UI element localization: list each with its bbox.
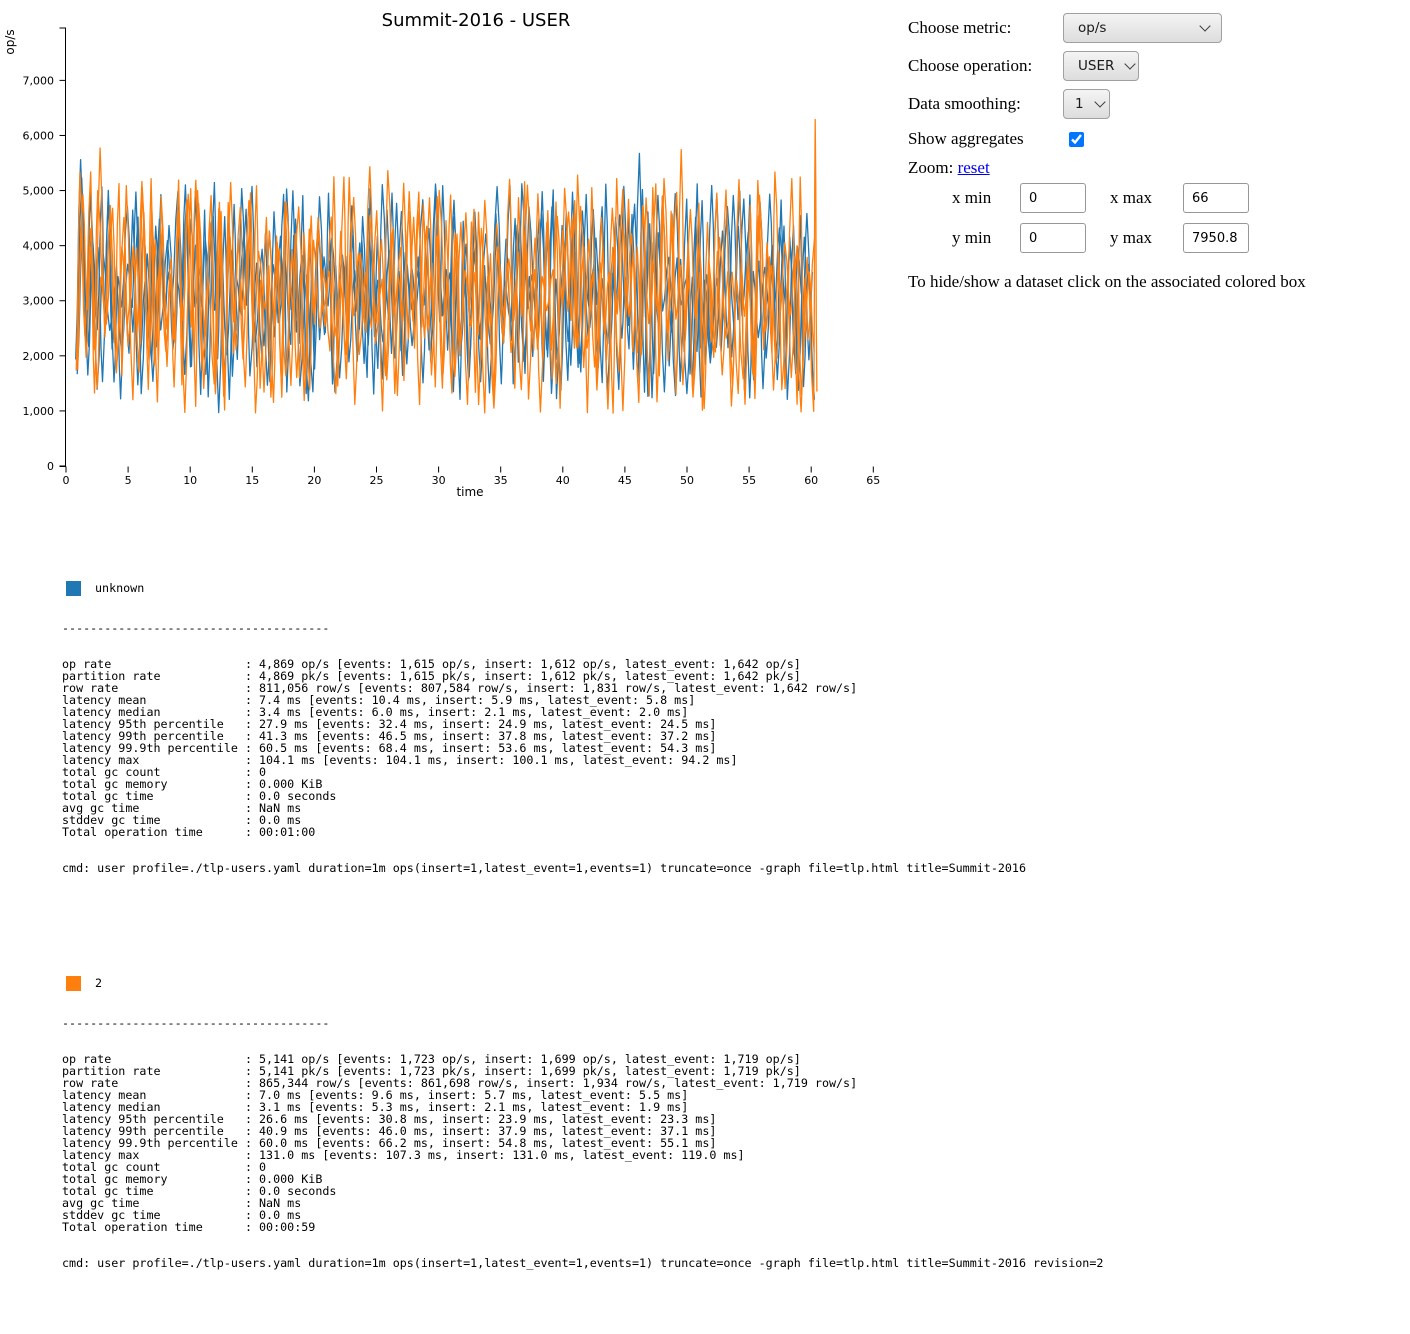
dataset-block-2: 2 --------------------------------------…	[62, 951, 1103, 1293]
y-max-label: y max	[1110, 228, 1160, 248]
metric-row: Choose metric: op/s	[908, 12, 1222, 43]
svg-text:0: 0	[47, 460, 54, 473]
dataset-stats: op rate : 5,141 op/s [events: 1,723 op/s…	[62, 1053, 1103, 1233]
metric-selected-value: op/s	[1078, 20, 1106, 36]
svg-text:35: 35	[494, 474, 508, 487]
y-min-label: y min	[952, 228, 996, 248]
svg-text:55: 55	[742, 474, 756, 487]
y-axis-label: op/s	[3, 29, 17, 54]
x-max-input[interactable]	[1183, 183, 1249, 213]
svg-text:45: 45	[618, 474, 632, 487]
zoom-label: Zoom:	[908, 158, 953, 178]
operation-selected-value: USER	[1078, 58, 1114, 74]
y-axis: 0 1,000 2,000 3,000 4,000 5,000 6,000 7,000	[23, 28, 66, 473]
svg-text:4,000: 4,000	[23, 240, 55, 253]
svg-text:3,000: 3,000	[23, 295, 55, 308]
dataset-blocks: unknown --------------------------------…	[62, 520, 1103, 1334]
operation-label: Choose operation:	[908, 56, 1063, 76]
metric-label: Choose metric:	[908, 18, 1063, 38]
svg-text:1,000: 1,000	[23, 405, 55, 418]
svg-text:40: 40	[556, 474, 570, 487]
svg-text:50: 50	[680, 474, 694, 487]
svg-text:10: 10	[183, 474, 197, 487]
x-axis-label: time	[456, 485, 483, 499]
chart-title: Summit-2016 - USER	[382, 10, 571, 31]
smoothing-selected-value: 1	[1075, 96, 1084, 112]
dataset-cmd: cmd: user profile=./tlp-users.yaml durat…	[62, 862, 1103, 874]
svg-text:0: 0	[63, 474, 70, 487]
svg-text:60: 60	[804, 474, 818, 487]
smoothing-label: Data smoothing:	[908, 94, 1063, 114]
svg-text:15: 15	[245, 474, 259, 487]
y-max-input[interactable]	[1183, 223, 1249, 253]
svg-text:2,000: 2,000	[23, 350, 55, 363]
dataset-separator: --------------------------------------	[62, 1017, 1103, 1029]
dataset-name: unknown	[95, 582, 144, 594]
x-axis: 0 5 10 15 20 25 30 35 40 45 50 55 60 65	[63, 467, 881, 488]
zoom-reset-link[interactable]: reset	[958, 158, 990, 178]
x-min-input[interactable]	[1020, 183, 1086, 213]
operation-row: Choose operation: USER	[908, 50, 1139, 81]
zoom-row: Zoom: reset	[908, 158, 990, 178]
metric-select[interactable]: op/s	[1063, 13, 1222, 43]
dataset-name: 2	[95, 977, 102, 989]
smoothing-select[interactable]: 1	[1063, 89, 1110, 119]
y-range-row: y min y max	[908, 223, 1249, 253]
operation-select[interactable]: USER	[1063, 51, 1139, 81]
svg-text:25: 25	[370, 474, 384, 487]
dataset-color-box[interactable]	[66, 976, 81, 991]
chevron-down-icon	[1125, 58, 1136, 69]
dataset-header: unknown	[66, 580, 1103, 596]
svg-text:5,000: 5,000	[23, 185, 55, 198]
dataset-block-unknown: unknown --------------------------------…	[62, 556, 1103, 898]
smoothing-row: Data smoothing: 1	[908, 88, 1110, 119]
dataset-separator: --------------------------------------	[62, 622, 1103, 634]
svg-text:20: 20	[307, 474, 321, 487]
aggregates-checkbox[interactable]	[1069, 132, 1084, 147]
chevron-down-icon	[1094, 96, 1105, 107]
svg-text:65: 65	[866, 474, 880, 487]
x-range-row: x min x max	[908, 183, 1249, 213]
svg-text:6,000: 6,000	[23, 129, 55, 142]
y-min-input[interactable]	[1020, 223, 1086, 253]
dataset-header: 2	[66, 975, 1103, 991]
dataset-color-box[interactable]	[66, 581, 81, 596]
chart-lines	[76, 120, 817, 414]
dataset-stats: op rate : 4,869 op/s [events: 1,615 op/s…	[62, 658, 1103, 838]
legend-hint: To hide/show a dataset click on the asso…	[908, 272, 1398, 292]
x-min-label: x min	[952, 188, 996, 208]
svg-text:5: 5	[125, 474, 132, 487]
chevron-down-icon	[1199, 20, 1210, 31]
chart: Summit-2016 - USER op/s 0 1,000 2,000 3,000…	[0, 0, 900, 510]
svg-text:7,000: 7,000	[23, 74, 55, 87]
aggregates-row: Show aggregates	[908, 129, 1084, 149]
x-max-label: x max	[1110, 188, 1160, 208]
svg-text:30: 30	[432, 474, 446, 487]
dataset-cmd: cmd: user profile=./tlp-users.yaml durat…	[62, 1257, 1103, 1269]
aggregates-label: Show aggregates	[908, 129, 1069, 149]
